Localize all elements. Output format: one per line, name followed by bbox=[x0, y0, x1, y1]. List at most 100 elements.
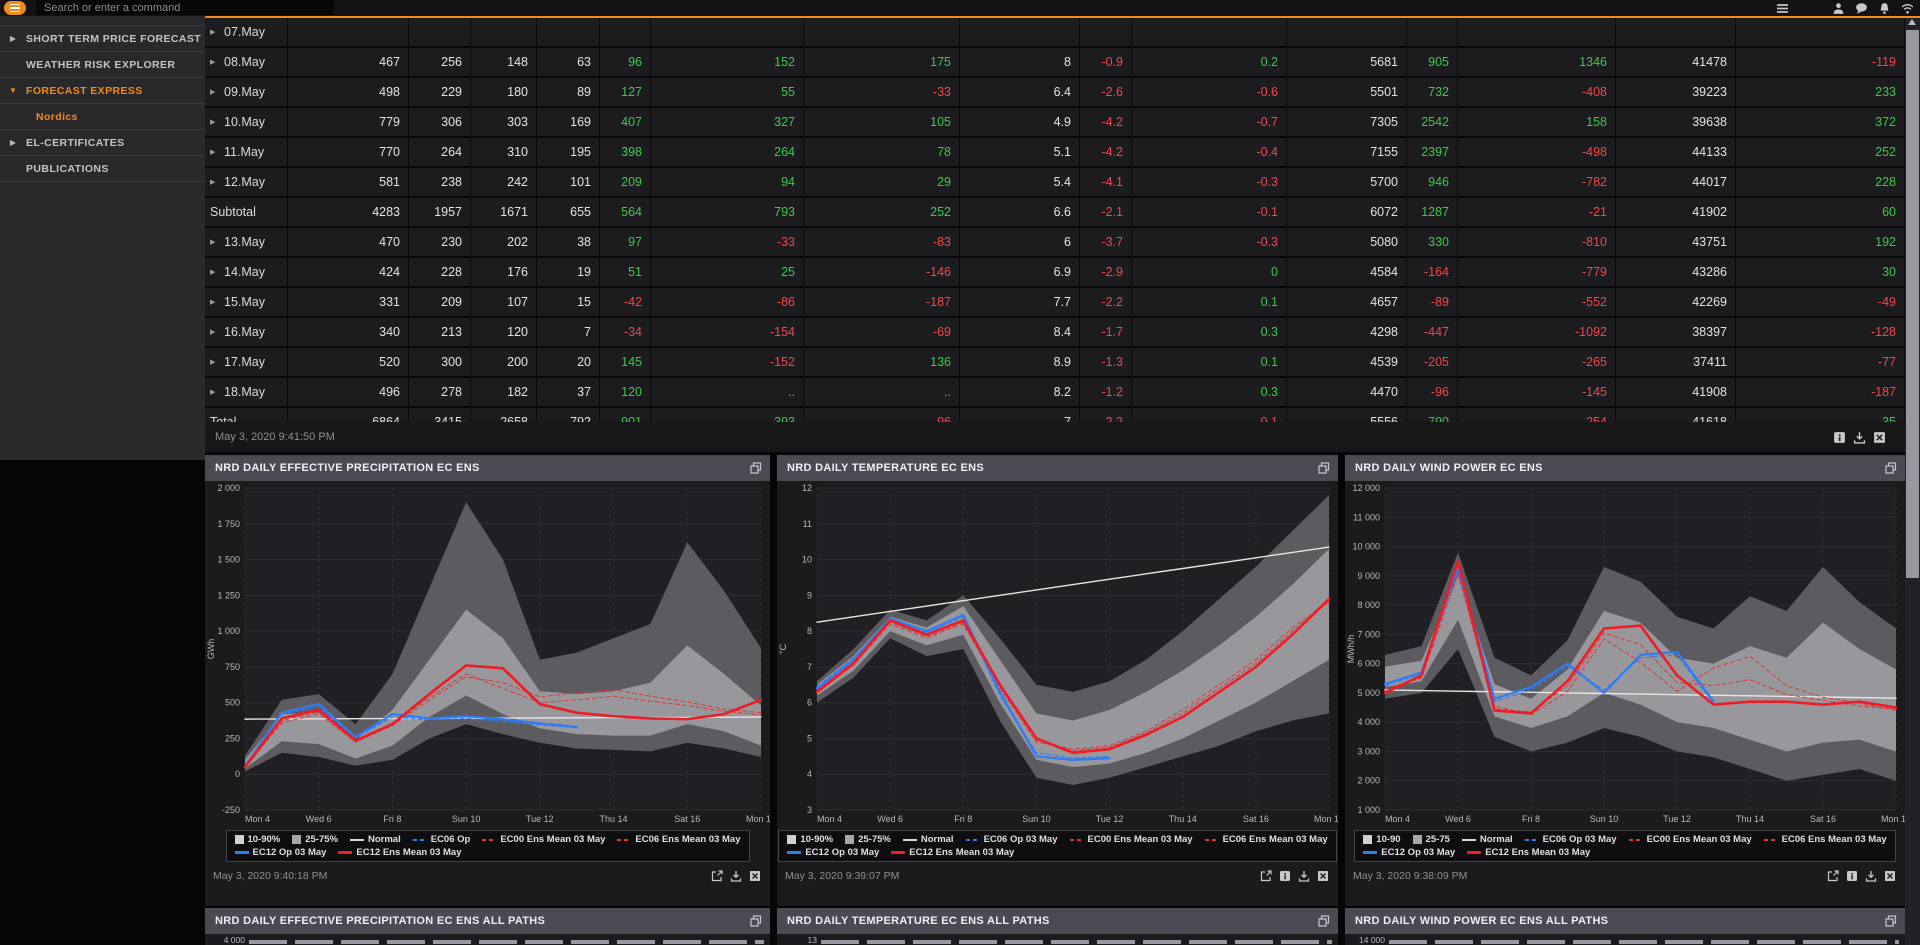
expand-arrow-icon[interactable]: ▶ bbox=[210, 28, 224, 36]
legend-item[interactable]: EC06 Op 03 May bbox=[1525, 834, 1617, 845]
expand-arrow-icon[interactable]: ▶ bbox=[210, 88, 224, 96]
popup-button[interactable] bbox=[750, 462, 770, 474]
popup-button[interactable] bbox=[1885, 915, 1905, 927]
info-button[interactable] bbox=[1832, 430, 1847, 445]
topbar-user-button[interactable] bbox=[1831, 2, 1845, 15]
legend-item[interactable]: 10-90 bbox=[1363, 834, 1400, 845]
svg-text:1 750: 1 750 bbox=[217, 519, 240, 529]
legend-item[interactable]: Normal bbox=[903, 834, 954, 845]
legend-item[interactable]: EC06 Ens Mean 03 May bbox=[617, 834, 740, 845]
legend-item[interactable]: 10-90% bbox=[235, 834, 281, 845]
legend-item[interactable]: EC06 Op bbox=[413, 834, 471, 845]
expand-arrow-icon[interactable]: ▶ bbox=[210, 148, 224, 156]
excel-button[interactable] bbox=[747, 869, 762, 884]
popup-button[interactable] bbox=[1885, 462, 1905, 474]
expand-arrow-icon[interactable]: ▶ bbox=[210, 388, 224, 396]
expand-arrow-icon[interactable]: ▶ bbox=[210, 358, 224, 366]
table-row-expander[interactable]: ▶09.May bbox=[205, 78, 288, 108]
sidebar-item-publications[interactable]: PUBLICATIONS bbox=[0, 156, 205, 182]
topbar-bell-button[interactable] bbox=[1877, 2, 1891, 15]
legend-item[interactable]: EC12 Ens Mean 03 May bbox=[1467, 847, 1590, 858]
table-cell: -810 bbox=[1458, 228, 1616, 258]
download-button[interactable] bbox=[1863, 869, 1878, 884]
download-button[interactable] bbox=[1852, 430, 1867, 445]
legend-item[interactable]: EC00 Ens Mean 03 May bbox=[1070, 834, 1193, 845]
sidebar-item-short-term-price-forecast[interactable]: ▶SHORT TERM PRICE FORECAST bbox=[0, 26, 205, 52]
chevron-right-icon[interactable]: ▶ bbox=[0, 138, 26, 147]
download-button[interactable] bbox=[1296, 869, 1311, 884]
legend-item[interactable]: EC12 Ens Mean 03 May bbox=[891, 847, 1014, 858]
expand-arrow-icon[interactable]: ▶ bbox=[210, 178, 224, 186]
legend-item[interactable]: EC00 Ens Mean 03 May bbox=[482, 834, 605, 845]
table-row-expander[interactable]: ▶13.May bbox=[205, 228, 288, 258]
legend-item[interactable]: EC06 Ens Mean 03 May bbox=[1764, 834, 1887, 845]
legend-item[interactable]: EC12 Ens Mean 03 May bbox=[338, 847, 461, 858]
table-row-expander[interactable]: ▶11.May bbox=[205, 138, 288, 168]
legend-item[interactable]: EC12 Op 03 May bbox=[1363, 847, 1455, 858]
excel-button[interactable] bbox=[1872, 430, 1887, 445]
table-row-expander[interactable]: ▶07.May bbox=[205, 18, 288, 48]
legend-item[interactable]: 25-75 bbox=[1413, 834, 1450, 845]
table-row-expander[interactable]: ▶10.May bbox=[205, 108, 288, 138]
legend-item[interactable]: 25-75% bbox=[292, 834, 338, 845]
table-row-expander[interactable]: ▶08.May bbox=[205, 48, 288, 78]
cell-value: 38397 bbox=[1692, 325, 1727, 339]
command-search-input[interactable] bbox=[36, 0, 334, 15]
external-button[interactable] bbox=[1258, 869, 1273, 884]
cell-value: 6072 bbox=[1370, 205, 1398, 219]
legend-label: EC06 Op bbox=[431, 834, 471, 845]
legend-item[interactable]: 10-90% bbox=[787, 834, 833, 845]
sidebar-item-weather-risk-explorer[interactable]: WEATHER RISK EXPLORER bbox=[0, 52, 205, 78]
sidebar-item-nordics[interactable]: Nordics bbox=[0, 104, 205, 130]
expand-arrow-icon[interactable]: ▶ bbox=[210, 328, 224, 336]
table-row-expander[interactable]: ▶17.May bbox=[205, 348, 288, 378]
expand-arrow-icon[interactable]: ▶ bbox=[210, 268, 224, 276]
topbar-menu-button[interactable] bbox=[1775, 2, 1789, 15]
cell-value: 41908 bbox=[1692, 385, 1727, 399]
chevron-right-icon[interactable]: ▶ bbox=[0, 34, 26, 43]
expand-arrow-icon[interactable]: ▶ bbox=[210, 118, 224, 126]
scroll-up-icon[interactable] bbox=[1908, 19, 1916, 25]
expand-arrow-icon[interactable]: ▶ bbox=[210, 238, 224, 246]
external-button[interactable] bbox=[709, 869, 724, 884]
cell-value: 238 bbox=[441, 175, 462, 189]
table-row-expander[interactable]: ▶15.May bbox=[205, 288, 288, 318]
popup-button[interactable] bbox=[1318, 462, 1338, 474]
table-cell: -1.7 bbox=[1080, 318, 1132, 348]
precipitation-chart[interactable]: -25002505007501 0001 2501 5001 7502 000M… bbox=[205, 481, 770, 826]
app-logo[interactable] bbox=[4, 1, 26, 15]
legend-item[interactable]: 25-75% bbox=[845, 834, 891, 845]
table-row-expander[interactable]: ▶18.May bbox=[205, 378, 288, 408]
table-row-expander[interactable]: ▶14.May bbox=[205, 258, 288, 288]
legend-item[interactable]: EC06 Ens Mean 03 May bbox=[1205, 834, 1328, 845]
expand-arrow-icon[interactable]: ▶ bbox=[210, 298, 224, 306]
excel-button[interactable] bbox=[1315, 869, 1330, 884]
temperature-chart[interactable]: 3456789101112Mon 4Wed 6Fri 8Sun 10Tue 12… bbox=[777, 481, 1338, 826]
excel-button[interactable] bbox=[1882, 869, 1897, 884]
sidebar-item-el-certificates[interactable]: ▶EL-CERTIFICATES bbox=[0, 130, 205, 156]
info-button[interactable] bbox=[1844, 869, 1859, 884]
expand-arrow-icon[interactable]: ▶ bbox=[210, 58, 224, 66]
legend-item[interactable]: Normal bbox=[350, 834, 401, 845]
panel-header: NRD DAILY TEMPERATURE EC ENS bbox=[777, 455, 1338, 481]
chevron-down-icon[interactable]: ▼ bbox=[0, 86, 26, 95]
wind-power-chart[interactable]: 1 0002 0003 0004 0005 0006 0007 0008 000… bbox=[1345, 481, 1905, 826]
table-row-expander[interactable]: ▶16.May bbox=[205, 318, 288, 348]
table-row-expander[interactable]: ▶12.May bbox=[205, 168, 288, 198]
info-button[interactable] bbox=[1277, 869, 1292, 884]
scrollbar-thumb[interactable] bbox=[1906, 30, 1919, 578]
legend-item[interactable]: EC06 Op 03 May bbox=[966, 834, 1058, 845]
page-scrollbar[interactable] bbox=[1905, 16, 1920, 945]
legend-item[interactable]: EC12 Op 03 May bbox=[235, 847, 327, 858]
external-button[interactable] bbox=[1825, 869, 1840, 884]
topbar-chat-button[interactable] bbox=[1854, 2, 1868, 15]
legend-item[interactable]: EC12 Op 03 May bbox=[787, 847, 879, 858]
popup-button[interactable] bbox=[750, 915, 770, 927]
sidebar-item-forecast-express[interactable]: ▼FORECAST EXPRESS bbox=[0, 78, 205, 104]
topbar-wifi-button[interactable] bbox=[1900, 2, 1914, 15]
popup-button[interactable] bbox=[1318, 915, 1338, 927]
legend-item[interactable]: Normal bbox=[1462, 834, 1513, 845]
download-button[interactable] bbox=[728, 869, 743, 884]
cell-value: -2.2 bbox=[1101, 295, 1123, 309]
legend-item[interactable]: EC00 Ens Mean 03 May bbox=[1629, 834, 1752, 845]
